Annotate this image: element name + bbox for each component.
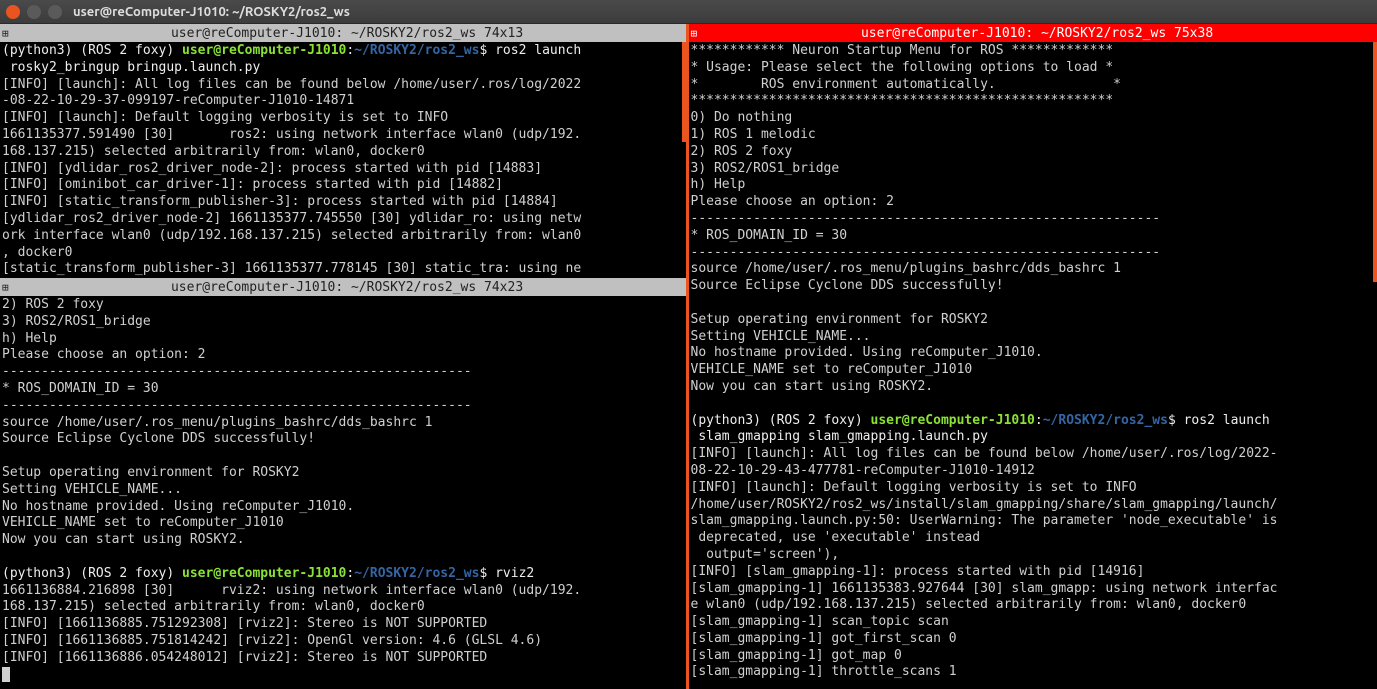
pane-right[interactable]: ⊞ user@reComputer-J1010: ~/ROSKY2/ros2_w… [689, 24, 1377, 689]
pane-top-left[interactable]: ⊞ user@reComputer-J1010: ~/ROSKY2/ros2_w… [0, 24, 686, 278]
terminal-grid: ⊞ user@reComputer-J1010: ~/ROSKY2/ros2_w… [0, 24, 1377, 689]
terminal-output-right[interactable]: ************ Neuron Startup Menu for ROS… [689, 42, 1377, 682]
window-title: user@reComputer-J1010: ~/ROSKY2/ros2_ws [73, 5, 350, 19]
scrollbar-right[interactable] [1373, 42, 1377, 282]
right-column: ⊞ user@reComputer-J1010: ~/ROSKY2/ros2_w… [689, 24, 1377, 689]
scrollbar-top-left[interactable] [682, 42, 686, 142]
pane-title-bottom-left[interactable]: ⊞ user@reComputer-J1010: ~/ROSKY2/ros2_w… [0, 278, 686, 296]
grid-icon: ⊞ [691, 27, 698, 40]
maximize-icon[interactable] [48, 5, 62, 19]
pane-bottom-left[interactable]: ⊞ user@reComputer-J1010: ~/ROSKY2/ros2_w… [0, 278, 686, 689]
grid-icon: ⊞ [2, 27, 9, 40]
close-icon[interactable] [6, 5, 20, 19]
terminal-output-top-left[interactable]: (python3) (ROS 2 foxy) user@reComputer-J… [0, 42, 686, 278]
pane-title-top-left[interactable]: ⊞ user@reComputer-J1010: ~/ROSKY2/ros2_w… [0, 24, 686, 42]
left-column: ⊞ user@reComputer-J1010: ~/ROSKY2/ros2_w… [0, 24, 689, 689]
cursor [2, 667, 10, 682]
pane-title-right[interactable]: ⊞ user@reComputer-J1010: ~/ROSKY2/ros2_w… [689, 24, 1377, 42]
grid-icon: ⊞ [2, 281, 9, 294]
window-titlebar: user@reComputer-J1010: ~/ROSKY2/ros2_ws [0, 0, 1377, 24]
minimize-icon[interactable] [27, 5, 41, 19]
terminal-output-bottom-left[interactable]: 2) ROS 2 foxy 3) ROS2/ROS1_bridge h) Hel… [0, 296, 686, 684]
